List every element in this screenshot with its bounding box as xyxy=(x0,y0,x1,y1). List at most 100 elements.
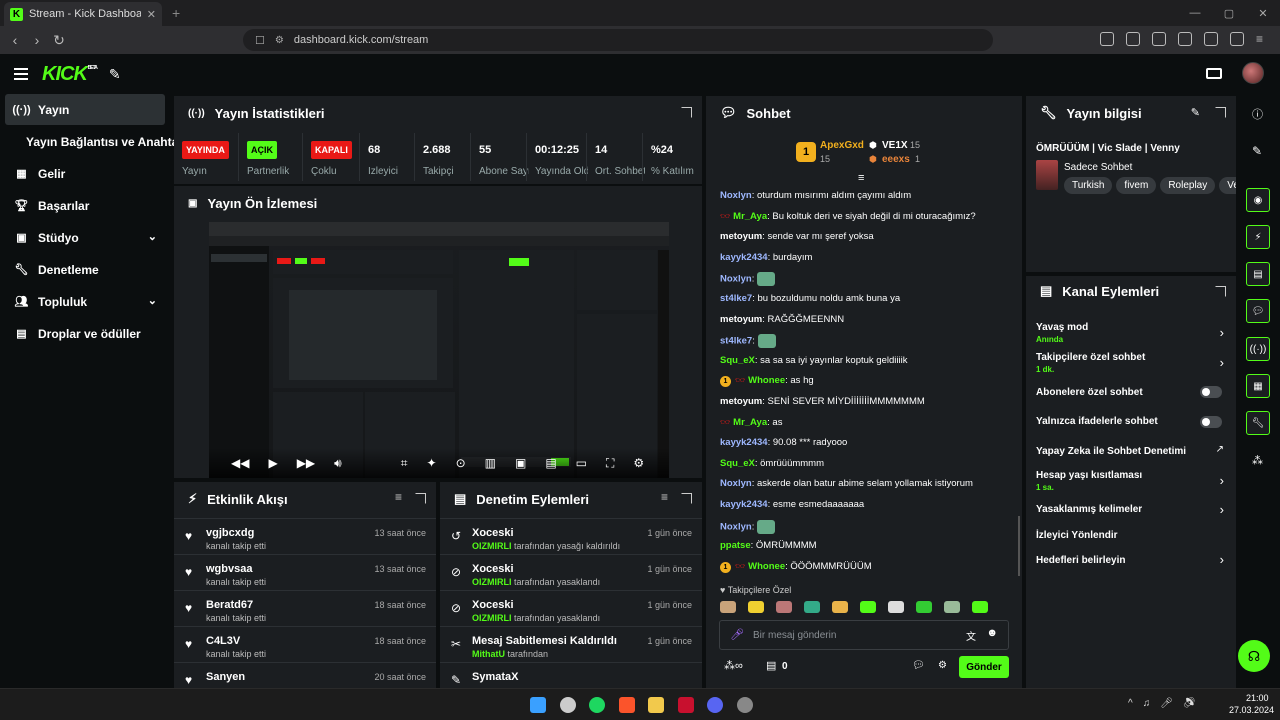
gift-icon[interactable]: ▤ xyxy=(766,659,776,672)
app-icon[interactable] xyxy=(678,697,694,713)
stream-camera-icon[interactable] xyxy=(1206,67,1222,79)
chevron-right-icon[interactable]: › xyxy=(1220,502,1224,517)
forward-icon[interactable]: › xyxy=(26,32,48,48)
popout-icon[interactable] xyxy=(1215,107,1226,118)
sidebar-item-droplar[interactable]: ▤ Droplar ve ödüller xyxy=(5,318,165,349)
collapse-icon[interactable]: ≡ xyxy=(858,172,864,184)
popout-icon[interactable] xyxy=(681,107,692,118)
video-preview[interactable]: ◀◀ ▶ ▶▶ 🔊︎ ⌗ ✦ ⊙ ▥ ▣ ▤ ▭ ⛶ ⚙ xyxy=(209,222,669,478)
emote-icon[interactable] xyxy=(972,601,988,613)
user-name[interactable]: Xoceski xyxy=(472,527,514,539)
external-link-icon[interactable]: ↗ xyxy=(1216,444,1224,455)
site-info-icon[interactable]: ⚙ xyxy=(275,35,284,46)
user-name[interactable]: SymataX xyxy=(472,671,518,683)
edit-icon[interactable]: ✎ xyxy=(1252,144,1262,158)
chat-username[interactable]: kayyk2434 xyxy=(720,499,768,510)
chat-input-placeholder[interactable]: Bir mesaj gönderin xyxy=(753,630,836,641)
tag[interactable]: Ver xyxy=(1219,177,1236,194)
community-tool-icon[interactable]: ⁂ xyxy=(1252,454,1263,467)
wrench-tool-icon[interactable]: 🔧︎ xyxy=(1246,411,1270,435)
translate-icon[interactable]: 文 xyxy=(966,628,976,643)
action-goals[interactable]: Hedefleri belirleyin xyxy=(1036,555,1226,566)
chat-username[interactable]: Noxlyn xyxy=(720,274,752,285)
chat-username[interactable]: metoyum xyxy=(720,314,762,325)
action-ai-moderation[interactable]: Yapay Zeka ile Sohbet Denetimi xyxy=(1036,446,1226,457)
action-slow-mode[interactable]: Yavaş mod Anında xyxy=(1036,322,1226,344)
sidebar-item-denetleme[interactable]: 🔧︎ Denetleme xyxy=(5,254,165,285)
sidebar-item-topluluk[interactable]: 👥︎ Topluluk ⌄ xyxy=(5,286,165,317)
sparkle-icon[interactable]: ✦ xyxy=(427,456,437,470)
chat-username[interactable]: st4lke7 xyxy=(720,293,752,304)
moderator-name[interactable]: OIZMIRLI xyxy=(472,541,512,551)
moderator-name[interactable]: OIZMIRLI xyxy=(472,577,512,587)
user-name[interactable]: Beratd67 xyxy=(206,599,253,611)
forward-icon[interactable]: ▶▶ xyxy=(297,456,315,470)
maximize-icon[interactable]: ▢ xyxy=(1212,7,1246,20)
chat-username[interactable]: Noxlyn xyxy=(720,478,752,489)
clock-time[interactable]: 21:00 xyxy=(1246,693,1269,703)
fullscreen-icon[interactable]: ⛶ xyxy=(606,456,614,471)
chat-username[interactable]: kayyk2434 xyxy=(720,252,768,263)
chat-username[interactable]: Whonee xyxy=(748,561,785,572)
emote-icon[interactable] xyxy=(720,601,736,613)
sidebar-item-studyo[interactable]: ▣ Stüdyo ⌄ xyxy=(5,222,165,253)
emote-icon[interactable] xyxy=(832,601,848,613)
kick-logo[interactable]: KICK BETA xyxy=(42,63,98,86)
settings-icon[interactable]: ⚙ xyxy=(633,456,644,470)
top-chatter-name[interactable]: ApexGxd xyxy=(820,140,864,151)
user-name[interactable]: Xoceski xyxy=(472,563,514,575)
pip-icon[interactable]: ▣ xyxy=(515,456,526,470)
app-icon[interactable] xyxy=(560,697,576,713)
chat-username[interactable]: Noxlyn xyxy=(720,521,752,532)
user-name[interactable]: vgjbcxdg xyxy=(206,527,254,539)
bolt-tool-icon[interactable]: ⚡︎ xyxy=(1246,225,1270,249)
chart-icon[interactable]: ▥ xyxy=(485,456,496,470)
capture-icon[interactable]: ▤ xyxy=(545,456,556,470)
spotify-icon[interactable] xyxy=(589,697,605,713)
volume-icon[interactable]: 🔊︎ xyxy=(334,456,342,471)
emote-icon[interactable] xyxy=(804,601,820,613)
clock-date[interactable]: 27.03.2024 xyxy=(1229,705,1274,715)
settings-icon[interactable]: ⚙ xyxy=(938,660,947,671)
tag[interactable]: Roleplay xyxy=(1160,177,1216,194)
action-followers-only[interactable]: Takipçilere özel sohbet 1 dk. xyxy=(1036,352,1226,374)
user-name[interactable]: wgbvsaa xyxy=(206,563,252,575)
menu-icon[interactable]: ≡ xyxy=(1256,32,1270,46)
chat-input[interactable]: 🎤︎ Bir mesaj gönderin 文 ☻ xyxy=(719,620,1009,650)
chat-username[interactable]: Mr_Aya xyxy=(733,417,767,428)
top-chatter-name[interactable]: VE1X xyxy=(882,140,908,151)
url-field[interactable]: ☐ ⚙ dashboard.kick.com/stream xyxy=(243,29,993,51)
chat-username[interactable]: st4lke7 xyxy=(720,336,752,347)
chat-scrollbar[interactable] xyxy=(1018,516,1020,576)
clip-icon[interactable]: ⊙ xyxy=(456,456,466,470)
play-icon[interactable]: ▶ xyxy=(268,456,277,470)
tag[interactable]: Turkish xyxy=(1064,177,1113,194)
filter-icon[interactable]: ≡ xyxy=(395,490,402,504)
edit-icon[interactable]: ✎ xyxy=(1191,106,1200,119)
chevron-right-icon[interactable]: › xyxy=(1220,325,1224,340)
chevron-down-icon[interactable]: ⌄ xyxy=(148,230,157,243)
subs-only-toggle[interactable] xyxy=(1200,386,1222,398)
popout-icon[interactable] xyxy=(681,493,692,504)
user-name[interactable]: C4L3V xyxy=(206,635,240,647)
chevron-right-icon[interactable]: › xyxy=(1220,552,1224,567)
crop-icon[interactable]: ⌗ xyxy=(401,456,408,471)
sidebar-item-gelir[interactable]: ▦ Gelir xyxy=(5,158,165,189)
minimize-icon[interactable]: — xyxy=(1178,7,1212,19)
emote-icon[interactable] xyxy=(944,601,960,613)
info-icon[interactable]: ⓘ xyxy=(1252,106,1263,122)
folder-icon[interactable] xyxy=(648,697,664,713)
emoji-icon[interactable]: ☻ xyxy=(986,627,998,639)
close-window-icon[interactable]: ✕ xyxy=(1246,7,1280,20)
category-thumbnail[interactable] xyxy=(1036,160,1058,190)
category-name[interactable]: Sadece Sohbet xyxy=(1064,162,1132,173)
chat-username[interactable]: Whonee xyxy=(748,375,785,386)
new-tab-icon[interactable]: + xyxy=(172,5,180,21)
browser-tab[interactable]: K Stream - Kick Dashboard ✕ xyxy=(4,2,162,26)
chat-username[interactable]: Squ_eX xyxy=(720,355,755,366)
close-tab-icon[interactable]: ✕ xyxy=(147,8,156,21)
popout-icon[interactable] xyxy=(1215,286,1226,297)
rewind-icon[interactable]: ◀◀ xyxy=(231,456,249,470)
chat-users-icon[interactable]: 💬︎ xyxy=(912,660,925,671)
back-icon[interactable]: ‹ xyxy=(4,32,26,48)
